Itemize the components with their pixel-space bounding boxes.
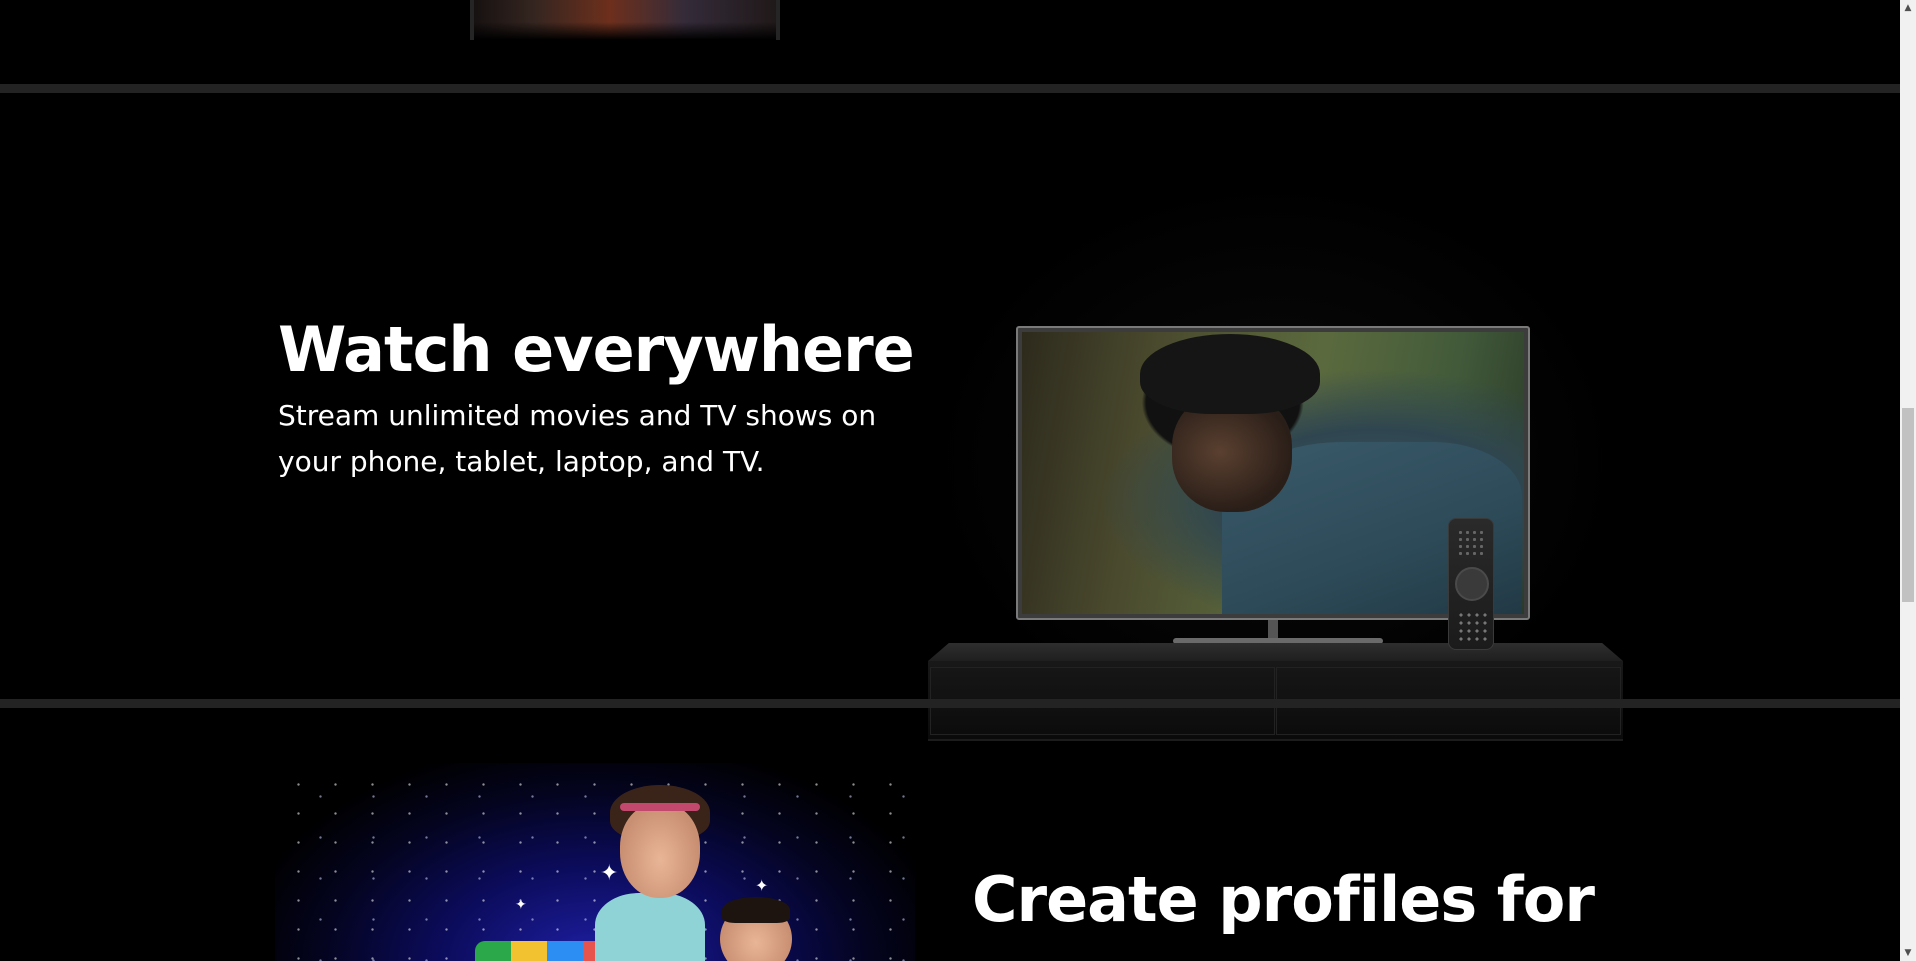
previous-section: [0, 0, 1900, 84]
watch-everywhere-subtitle: Stream unlimited movies and TV shows on …: [278, 399, 877, 478]
remote-buttons: [1457, 611, 1487, 643]
previous-section-image: [470, 0, 780, 40]
girl-character-headband: [620, 803, 700, 811]
scroll-down-arrow-icon[interactable]: ▼: [1900, 945, 1916, 961]
section-divider: [0, 699, 1900, 708]
vertical-scrollbar[interactable]: ▲ ▼: [1900, 0, 1916, 961]
remote-dpad: [1455, 567, 1489, 601]
tv-illustration: [928, 178, 1623, 741]
section-divider: [0, 84, 1900, 93]
remote-control-icon: [1448, 518, 1494, 650]
remote-keypad: [1457, 529, 1487, 559]
create-profiles-section: ✦ ✦ ✦ Create profiles for: [0, 708, 1900, 961]
star-icon: ✦: [515, 897, 527, 913]
landing-page: Watch everywhere Stream unlimited movies…: [0, 0, 1900, 961]
tv-stand-neck: [1268, 620, 1278, 640]
scrollbar-thumb[interactable]: [1902, 408, 1914, 602]
create-profiles-title: Create profiles for: [972, 863, 1595, 936]
scroll-up-arrow-icon[interactable]: ▲: [1900, 0, 1916, 16]
kids-profile-illustration: ✦ ✦ ✦: [275, 763, 915, 961]
girl-character-body: [595, 893, 705, 961]
boy-character-hair: [722, 897, 790, 923]
watch-everywhere-section: Watch everywhere Stream unlimited movies…: [0, 93, 1900, 741]
star-icon: ✦: [755, 876, 769, 895]
screen-figure-turban: [1140, 334, 1320, 414]
star-icon: ✦: [600, 861, 619, 886]
watch-everywhere-title: Watch everywhere: [278, 313, 915, 386]
tv-cabinet-top: [928, 643, 1623, 661]
watch-text-block: Watch everywhere Stream unlimited movies…: [278, 313, 938, 485]
girl-character-face: [620, 803, 700, 898]
